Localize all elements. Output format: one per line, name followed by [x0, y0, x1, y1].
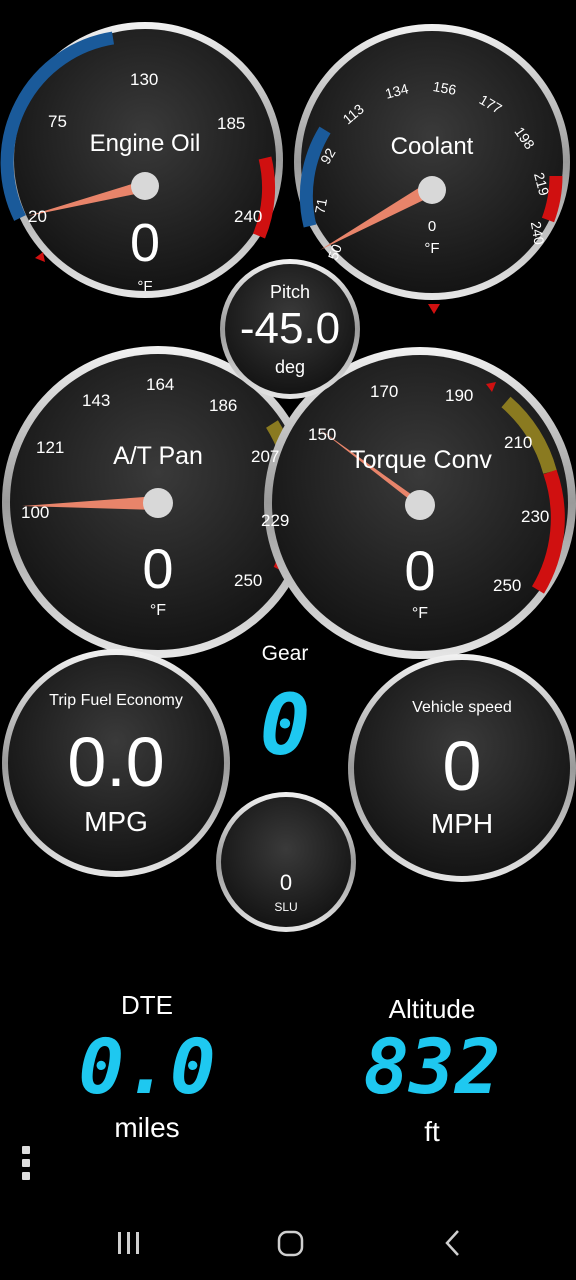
pitch-title: Pitch — [269, 282, 311, 302]
engine-oil-value: 0 — [129, 213, 161, 273]
vehicle-speed-value: 0 — [442, 727, 482, 805]
coolant-gauge[interactable] — [294, 24, 570, 314]
pitch-unit: deg — [274, 357, 306, 377]
engine-oil-tick-label: 130 — [130, 70, 159, 89]
system-nav-bar — [0, 1205, 576, 1280]
altitude-value: 832 — [363, 1022, 501, 1111]
at-pan-tick-label: 164 — [146, 375, 175, 394]
engine-oil-tick-label: 20 — [28, 207, 47, 226]
torque-conv-title: Torque Conv — [350, 446, 492, 474]
torque-conv-tick-label: 170 — [370, 382, 399, 401]
coolant-tick-label: 71 — [311, 196, 331, 216]
nav-recents-icon[interactable] — [112, 1229, 146, 1259]
at-pan-title: A/T Pan — [113, 442, 203, 470]
torque-conv-unit: °F — [411, 605, 429, 622]
engine-oil-title: Engine Oil — [89, 130, 201, 157]
torque-conv-tick-label: 250 — [493, 576, 522, 595]
at-pan-tick-label: 143 — [82, 391, 111, 410]
nav-home-icon[interactable] — [274, 1227, 308, 1261]
torque-conv-tick-label: 210 — [504, 433, 533, 452]
at-pan-value: 0 — [142, 537, 174, 600]
at-pan-tick-label: 229 — [261, 511, 290, 530]
trip-fuel-title: Trip Fuel Economy — [49, 692, 183, 709]
slu-value: 0 — [279, 870, 293, 895]
torque-conv-tick-label: 230 — [521, 507, 550, 526]
engine-oil-tick-label: 185 — [217, 114, 246, 133]
slu-unit: SLU — [274, 900, 298, 914]
at-pan-tick-label: 207 — [251, 447, 280, 466]
altitude-label: Altitude — [388, 994, 476, 1024]
at-pan-tick-label: 100 — [21, 503, 50, 522]
engine-oil-unit: °F — [137, 278, 153, 295]
coolant-unit: °F — [424, 240, 440, 257]
gear-value: 0 — [259, 676, 311, 774]
torque-conv-tick-label: 190 — [445, 386, 474, 405]
gear-label: Gear — [261, 642, 309, 665]
dte-value: 0.0 — [78, 1022, 216, 1111]
at-pan-tick-label: 121 — [36, 438, 65, 457]
trip-fuel-unit: MPG — [84, 806, 148, 837]
at-pan-tick-label: 186 — [209, 396, 238, 415]
torque-conv-tick-label: 150 — [308, 425, 337, 444]
dte-label: DTE — [121, 990, 173, 1020]
vehicle-speed-unit: MPH — [430, 808, 494, 839]
dte-unit: miles — [114, 1112, 180, 1143]
torque-conv-value: 0 — [404, 539, 436, 602]
pitch-value: -45.0 — [239, 304, 341, 353]
coolant-value: 0 — [427, 218, 437, 235]
trip-fuel-value: 0.0 — [67, 723, 165, 801]
coolant-title: Coolant — [390, 133, 474, 160]
engine-oil-tick-label: 75 — [48, 112, 67, 131]
engine-oil-tick-label: 240 — [234, 207, 263, 226]
at-pan-unit: °F — [149, 602, 167, 619]
vehicle-speed-title: Vehicle speed — [412, 699, 512, 716]
altitude-unit: ft — [424, 1116, 440, 1147]
overflow-menu-icon[interactable] — [18, 1144, 38, 1184]
at-pan-tick-label: 250 — [234, 571, 263, 590]
nav-back-icon[interactable] — [438, 1227, 468, 1261]
